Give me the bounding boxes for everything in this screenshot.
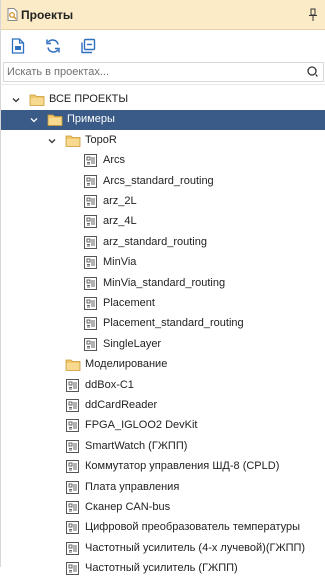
tree-project-row[interactable]: Сканер CAN-bus (1, 498, 325, 518)
project-board-icon (84, 317, 97, 331)
project-board-icon (84, 235, 97, 249)
tree-item-label: Частотный усилитель (4-х лучевой)(ГЖПП) (85, 541, 306, 554)
tree-project-row[interactable]: FPGA_IGLOO2 DevKit (1, 416, 325, 436)
tree-item-label: Плата управления (85, 480, 180, 493)
tree-item-label: arz_2L (103, 195, 137, 207)
chevron-down-icon[interactable] (29, 115, 39, 125)
tree-item-label: TopoR (85, 133, 117, 146)
tree-item-label: ddBox-C1 (85, 378, 134, 391)
project-board-icon (84, 154, 97, 168)
project-board-icon (84, 337, 97, 351)
tree-item-label: MinVia (103, 256, 137, 269)
project-board-icon (66, 419, 79, 433)
tree-project-row[interactable]: arz_2L (1, 192, 325, 212)
tree-project-row[interactable]: Placement (1, 294, 325, 314)
tree-project-row[interactable]: ddBox-C1 (1, 376, 325, 396)
tree-project-row[interactable]: Коммутатор управления ШД-8 (CPLD) (1, 457, 325, 477)
collapse-all-button[interactable] (80, 38, 96, 54)
tree-item-label: Сканер CAN-bus (85, 501, 171, 513)
tree-project-row[interactable]: Placement_standard_routing (1, 314, 325, 334)
search-box (3, 62, 324, 82)
tree-item-label: Цифровой преобразователь температуры (85, 521, 301, 534)
project-board-icon (66, 460, 79, 474)
tree-folder-row[interactable]: Моделирование (1, 355, 325, 375)
project-board-icon (66, 501, 79, 514)
tree-item-label: FPGA_IGLOO2 DevKit (85, 419, 198, 432)
project-board-icon (84, 276, 97, 290)
tree-project-row[interactable]: MinVia (1, 253, 325, 273)
tree-item-label: Частотный усилитель (ГЖПП) (85, 562, 238, 575)
tree-project-row[interactable]: SmartWatch (ГЖПП) (1, 437, 325, 457)
tree-item-label: SingleLayer (103, 337, 162, 350)
refresh-button[interactable] (45, 38, 61, 54)
project-search-icon (7, 8, 18, 21)
panel-title: Проекты (21, 8, 74, 22)
search-icon[interactable] (306, 65, 320, 79)
panel-toolbar (1, 30, 325, 62)
collapse-icon (81, 38, 96, 54)
tree-folder-row[interactable]: Примеры (1, 110, 325, 131)
search-separator (1, 84, 325, 85)
project-board-icon (84, 297, 97, 310)
tree-item-label: Коммутатор управления ШД-8 (CPLD) (85, 460, 280, 473)
new-project-button[interactable] (10, 38, 26, 54)
project-board-icon (66, 480, 79, 494)
project-board-icon (84, 195, 97, 208)
project-board-icon (66, 399, 79, 412)
tree-folder-row[interactable]: TopoR (1, 131, 325, 151)
tree-item-label: MinVia_standard_routing (103, 276, 226, 289)
tree-item-label: arz_4L (103, 215, 137, 228)
project-board-icon (84, 174, 97, 188)
folder-icon (29, 94, 45, 106)
tree-item-label: Arcs (103, 154, 125, 167)
chevron-down-icon[interactable] (11, 95, 21, 105)
panel-titlebar: Проекты (1, 0, 325, 30)
tree-item-label: Placement (103, 297, 155, 309)
tree-project-row[interactable]: Частотный усилитель (4-х лучевой)(ГЖПП) (1, 539, 325, 559)
tree-project-row[interactable]: Частотный усилитель (ГЖПП) (1, 559, 325, 579)
folder-icon (65, 359, 81, 372)
refresh-icon (46, 39, 60, 53)
tree-item-label: Примеры (67, 113, 115, 126)
tree-item-label: Arcs_standard_routing (103, 174, 214, 187)
tree-item-label: arz_standard_routing (103, 235, 207, 248)
project-board-icon (66, 378, 79, 392)
tree-project-row[interactable]: Плата управления (1, 478, 325, 498)
tree-project-row[interactable]: arz_standard_routing (1, 233, 325, 253)
tree-item-label: Placement_standard_routing (103, 317, 244, 330)
tree-project-row[interactable]: MinVia_standard_routing (1, 274, 325, 294)
project-board-icon (84, 215, 97, 229)
project-board-icon (66, 541, 79, 555)
tree-item-label: SmartWatch (ГЖПП) (85, 439, 188, 452)
tree-item-label: ddCardReader (85, 399, 158, 411)
folder-icon (47, 114, 63, 127)
tree-project-row[interactable]: SingleLayer (1, 335, 325, 355)
project-board-icon (84, 256, 97, 270)
folder-icon (65, 135, 81, 147)
project-board-icon (66, 439, 79, 453)
tree-project-row[interactable]: Arcs_standard_routing (1, 172, 325, 192)
chevron-down-icon[interactable] (47, 136, 57, 146)
tree-item-label: ВСЕ ПРОЕКТЫ (49, 93, 129, 105)
search-input[interactable] (7, 64, 297, 80)
project-board-icon (66, 562, 79, 576)
pin-icon[interactable] (308, 8, 318, 22)
tree-item-label: Моделирование (85, 358, 168, 371)
tree-project-row[interactable]: Arcs (1, 151, 325, 171)
new-doc-icon (11, 38, 25, 54)
project-board-icon (66, 521, 79, 535)
tree-project-row[interactable]: Цифровой преобразователь температуры (1, 518, 325, 538)
tree-project-row[interactable]: ddCardReader (1, 396, 325, 416)
tree-project-row[interactable]: arz_4L (1, 212, 325, 232)
tree-folder-row[interactable]: ВСЕ ПРОЕКТЫ (1, 90, 325, 110)
projects-panel: Проекты Искать в проектах... ВСЕ ПРОЕКТЫ… (0, 0, 325, 576)
